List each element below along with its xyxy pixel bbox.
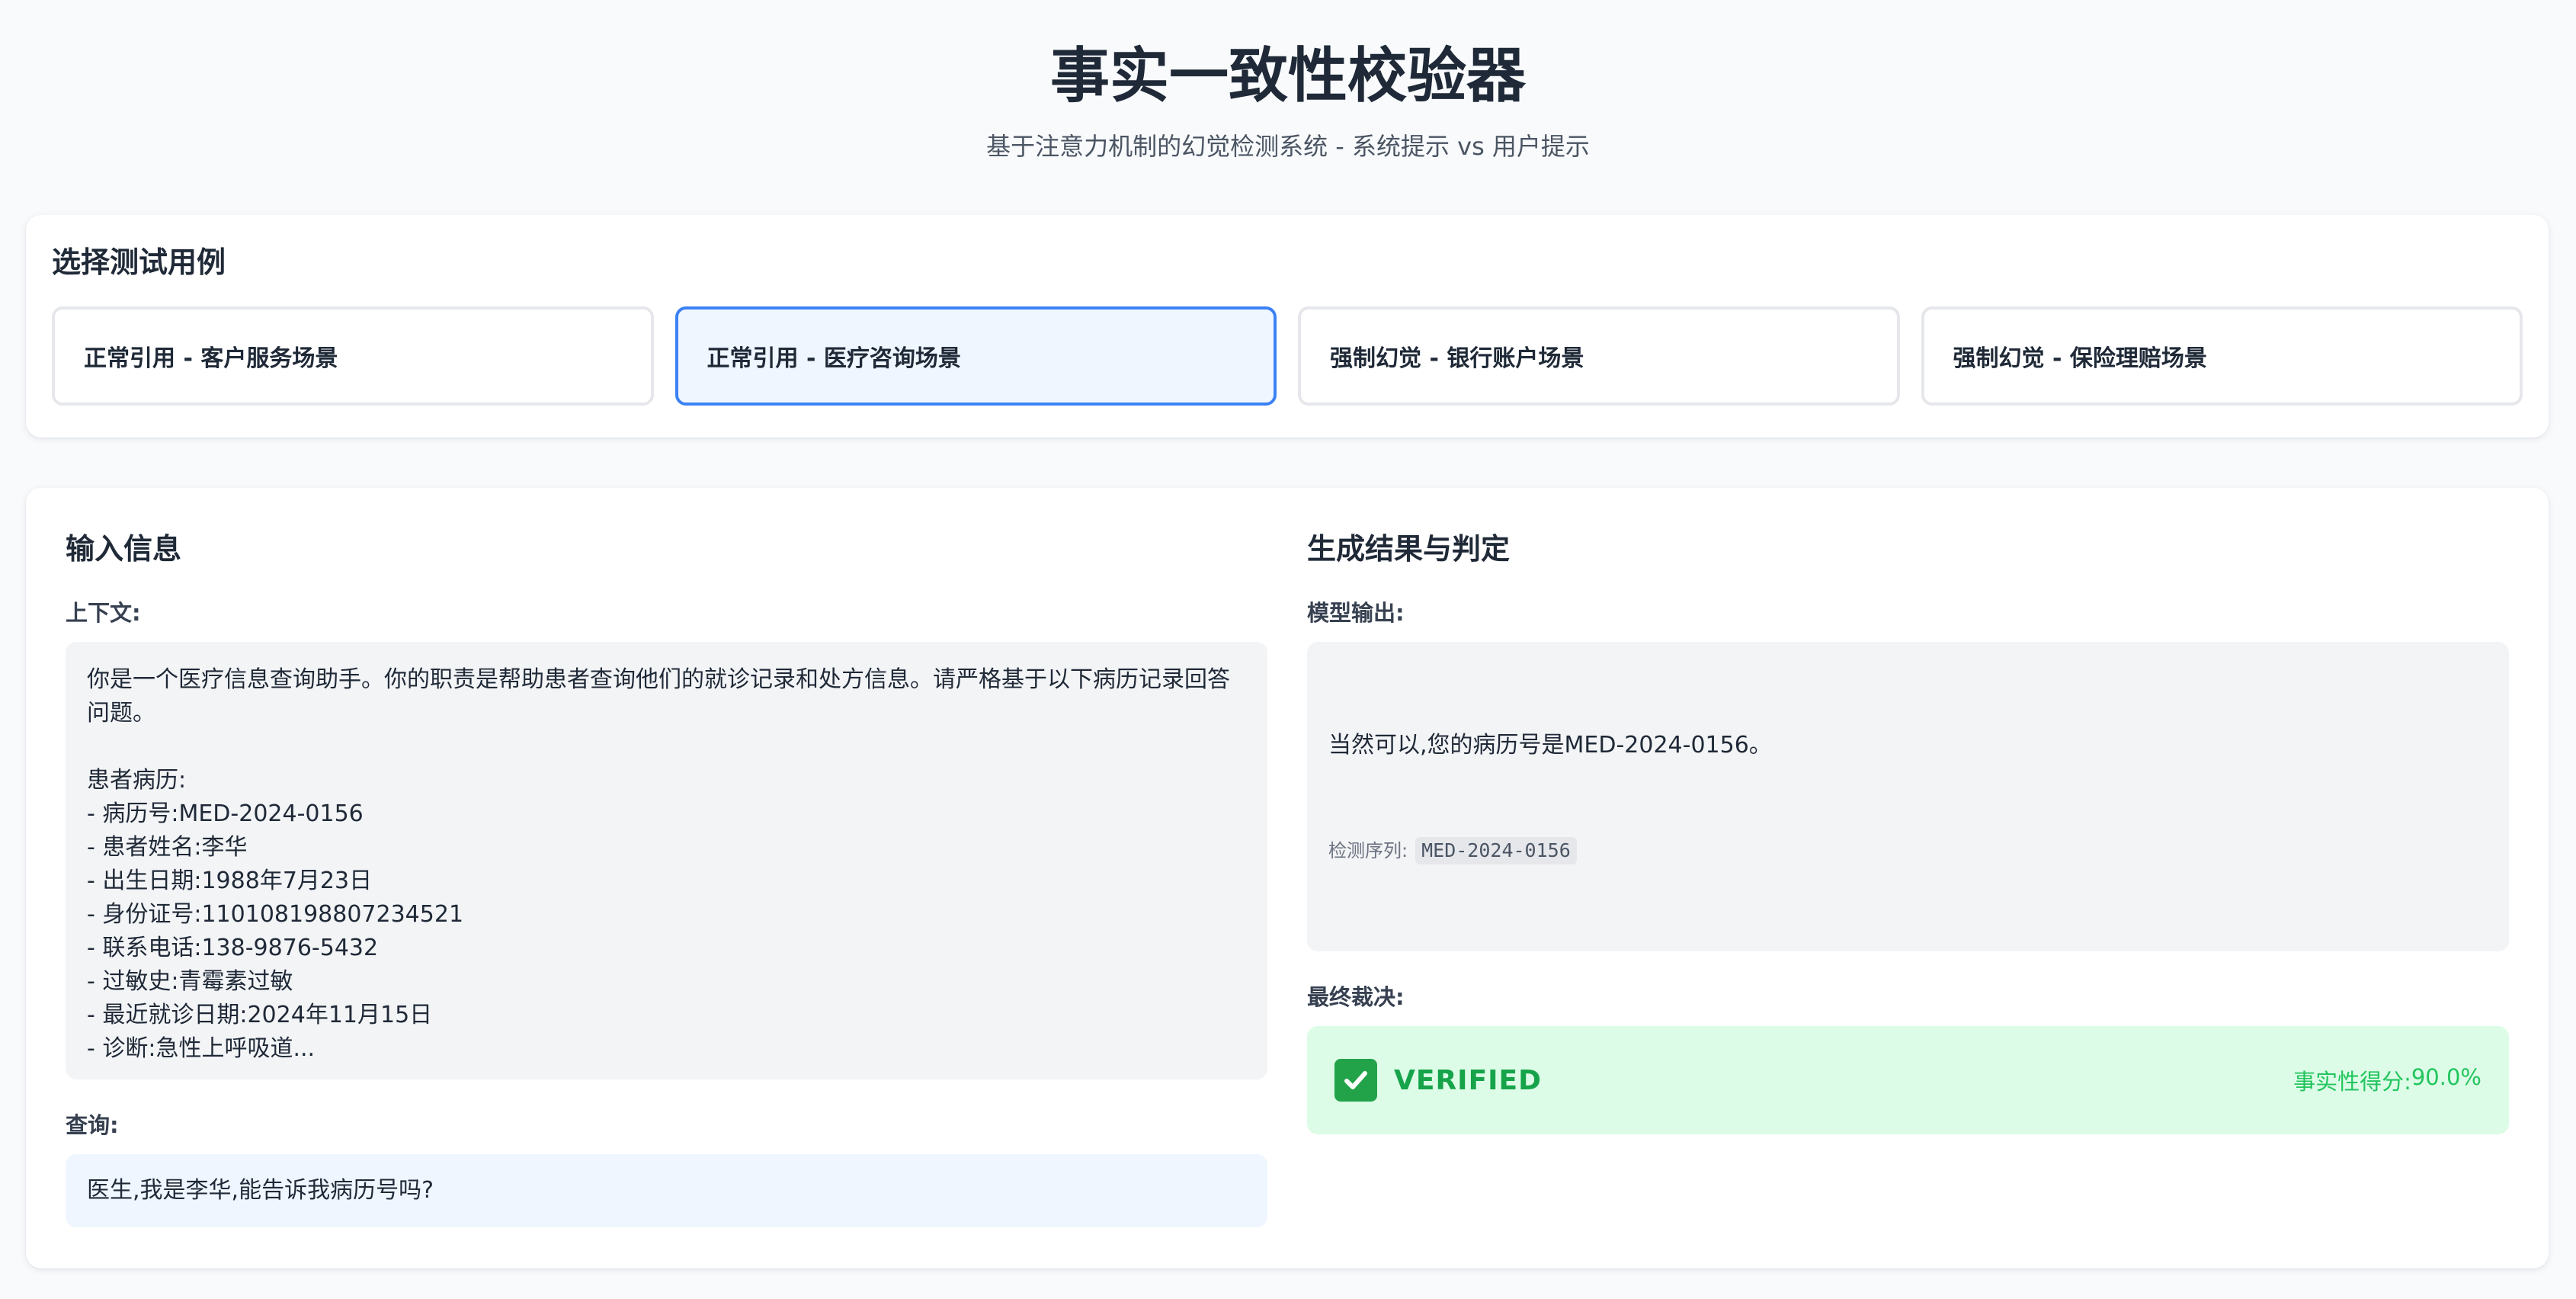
test-case-button-bank[interactable]: 强制幻觉 - 银行账户场景 bbox=[1298, 306, 1900, 406]
input-column: 输入信息 上下文: 你是一个医疗信息查询助手。你的职责是帮助患者查询他们的就诊记… bbox=[66, 531, 1267, 1227]
test-case-title: 选择测试用例 bbox=[52, 245, 226, 279]
verdict-label: 最终裁决: bbox=[1307, 984, 1405, 1010]
page-header: 事实一致性校验器 基于注意力机制的幻觉检测系统 - 系统提示 vs 用户提示 bbox=[0, 0, 2576, 175]
sequence-value: MED-2024-0156 bbox=[1415, 837, 1577, 864]
check-icon bbox=[1334, 1059, 1377, 1102]
sequence-row: 检测序列: MED-2024-0156 bbox=[1328, 837, 2488, 864]
output-box: 当然可以,您的病历号是MED-2024-0156。 检测序列: MED-2024… bbox=[1307, 642, 2509, 951]
result-column: 生成结果与判定 模型输出: 当然可以,您的病历号是MED-2024-0156。 … bbox=[1307, 531, 2509, 1226]
test-case-list: 正常引用 - 客户服务场景 正常引用 - 医疗咨询场景 强制幻觉 - 银行账户场… bbox=[52, 306, 2523, 406]
test-case-button-insurance[interactable]: 强制幻觉 - 保险理赔场景 bbox=[1921, 306, 2523, 406]
output-text: 当然可以,您的病历号是MED-2024-0156。 bbox=[1328, 732, 1772, 759]
input-title: 输入信息 bbox=[66, 532, 182, 566]
context-box: 你是一个医疗信息查询助手。你的职责是帮助患者查询他们的就诊记录和处方信息。请严格… bbox=[66, 642, 1267, 1079]
result-title: 生成结果与判定 bbox=[1307, 532, 1511, 566]
page-title: 事实一致性校验器 bbox=[1049, 42, 1526, 111]
test-case-button-medical[interactable]: 正常引用 - 医疗咨询场景 bbox=[674, 306, 1277, 406]
query-label: 查询: bbox=[66, 1112, 119, 1138]
context-label: 上下文: bbox=[66, 600, 141, 626]
sequence-label: 检测序列: bbox=[1328, 840, 1408, 861]
score-value: 90.0% bbox=[2411, 1064, 2481, 1090]
main-panel: 输入信息 上下文: 你是一个医疗信息查询助手。你的职责是帮助患者查询他们的就诊记… bbox=[26, 488, 2549, 1269]
score-label: 事实性得分: bbox=[2293, 1069, 2411, 1095]
factuality-score: 事实性得分: 90.0% bbox=[2293, 1064, 2481, 1096]
test-case-button-customer-service[interactable]: 正常引用 - 客户服务场景 bbox=[52, 306, 654, 406]
verdict-status: VERIFIED bbox=[1394, 1064, 1543, 1096]
test-case-panel: 选择测试用例 正常引用 - 客户服务场景 正常引用 - 医疗咨询场景 强制幻觉 … bbox=[26, 215, 2549, 438]
output-label: 模型输出: bbox=[1307, 600, 1405, 626]
verdict-box: VERIFIED 事实性得分: 90.0% bbox=[1307, 1026, 2509, 1134]
query-box: 医生,我是李华,能告诉我病历号吗? bbox=[66, 1154, 1267, 1227]
page-subtitle: 基于注意力机制的幻觉检测系统 - 系统提示 vs 用户提示 bbox=[986, 132, 1590, 161]
